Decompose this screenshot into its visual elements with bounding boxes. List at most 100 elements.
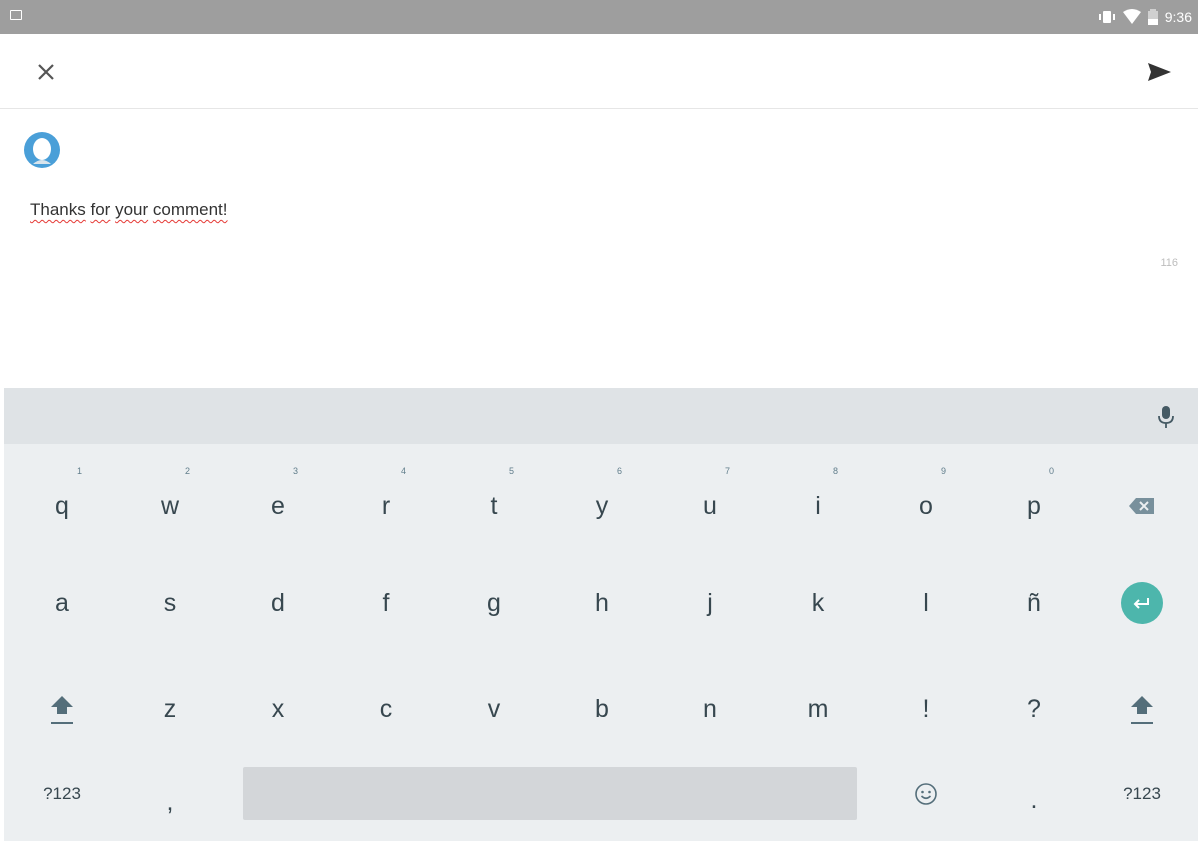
key-label: u xyxy=(703,491,717,520)
close-icon xyxy=(38,64,54,80)
send-button[interactable] xyxy=(1142,55,1176,89)
key-label: h xyxy=(595,588,609,617)
key-h[interactable]: h xyxy=(548,550,656,656)
key-label: b xyxy=(595,694,609,723)
key-label: o xyxy=(919,491,933,520)
key-n-tilde[interactable]: ñ xyxy=(980,550,1088,656)
key-label: i xyxy=(815,491,821,520)
backspace-icon xyxy=(1129,498,1154,514)
key-u[interactable]: 7 u xyxy=(656,444,764,550)
key-label: a xyxy=(55,588,69,617)
shift-icon xyxy=(1131,696,1153,724)
key-label: , xyxy=(166,787,174,816)
key-hint: 2 xyxy=(184,466,190,476)
key-label: c xyxy=(379,694,393,723)
clock: 9:36 xyxy=(1164,9,1192,25)
app-bar xyxy=(0,34,1198,109)
key-label: r xyxy=(381,491,391,520)
key-v[interactable]: v xyxy=(440,656,548,762)
key-label: e xyxy=(271,491,285,520)
key-hint: 6 xyxy=(616,466,622,476)
key-o[interactable]: 9 o xyxy=(872,444,980,550)
key-label: q xyxy=(55,491,69,520)
battery-icon xyxy=(1147,9,1158,25)
key-p[interactable]: 0 p xyxy=(980,444,1088,550)
character-counter: 116 xyxy=(1160,257,1178,269)
key-i[interactable]: 8 i xyxy=(764,444,872,550)
key-z[interactable]: z xyxy=(116,656,224,762)
key-k[interactable]: k xyxy=(764,550,872,656)
key-c[interactable]: c xyxy=(332,656,440,762)
user-avatar-icon xyxy=(24,132,60,168)
key-a[interactable]: a xyxy=(8,550,116,656)
key-symbols-left[interactable]: ?123 xyxy=(8,741,116,847)
key-label: n xyxy=(703,694,717,723)
key-label: g xyxy=(487,588,501,617)
key-label: l xyxy=(923,588,929,617)
key-m[interactable]: m xyxy=(764,656,872,762)
key-label: ?123 xyxy=(1123,784,1161,803)
key-hint: 7 xyxy=(724,466,730,476)
key-r[interactable]: 4 r xyxy=(332,444,440,550)
enter-icon xyxy=(1133,598,1149,609)
vibrate-icon xyxy=(1098,11,1115,23)
key-period[interactable]: . xyxy=(980,747,1088,853)
key-label: z xyxy=(163,694,177,723)
key-b[interactable]: b xyxy=(548,656,656,762)
key-label: y xyxy=(595,491,609,520)
key-label: w xyxy=(160,491,180,520)
key-label: s xyxy=(163,588,177,617)
key-hint: 5 xyxy=(508,466,514,476)
key-w[interactable]: 2 w xyxy=(116,444,224,550)
key-label: j xyxy=(707,588,713,617)
key-symbols-right[interactable]: ?123 xyxy=(1088,741,1196,847)
key-emoji[interactable] xyxy=(872,741,980,847)
key-hint: 8 xyxy=(832,466,838,476)
key-label: ! xyxy=(922,694,930,723)
key-f[interactable]: f xyxy=(332,550,440,656)
key-y[interactable]: 6 y xyxy=(548,444,656,550)
key-e[interactable]: 3 e xyxy=(224,444,332,550)
key-g[interactable]: g xyxy=(440,550,548,656)
key-label: ñ xyxy=(1027,588,1041,617)
voice-input-button[interactable] xyxy=(1154,404,1178,430)
comment-word: your xyxy=(115,200,149,219)
key-enter[interactable] xyxy=(1088,550,1196,656)
key-s[interactable]: s xyxy=(116,550,224,656)
key-label: m xyxy=(807,694,829,723)
wifi-icon xyxy=(1122,9,1141,24)
send-icon xyxy=(1148,63,1171,81)
comment-word: comment! xyxy=(152,200,228,219)
key-label: ? xyxy=(1027,694,1041,723)
comment-input[interactable]: Thanks for your comment! xyxy=(30,200,228,220)
key-label: k xyxy=(811,588,825,617)
key-label: x xyxy=(271,694,285,723)
emoji-icon xyxy=(915,783,937,805)
key-comma[interactable]: , xyxy=(116,749,224,855)
image-notification-icon xyxy=(10,10,22,20)
key-label: d xyxy=(271,588,285,617)
key-space[interactable] xyxy=(243,767,857,820)
key-d[interactable]: d xyxy=(224,550,332,656)
key-n[interactable]: n xyxy=(656,656,764,762)
key-label: . xyxy=(1030,785,1038,814)
key-backspace[interactable] xyxy=(1088,444,1196,550)
key-hint: 1 xyxy=(76,466,82,476)
close-button[interactable] xyxy=(30,56,62,88)
status-bar: 9:36 xyxy=(0,0,1198,34)
status-icons: 9:36 xyxy=(1098,7,1192,27)
key-label: ?123 xyxy=(43,784,81,803)
shift-icon xyxy=(51,696,73,724)
key-t[interactable]: 5 t xyxy=(440,444,548,550)
key-l[interactable]: l xyxy=(872,550,980,656)
key-q[interactable]: 1 q xyxy=(8,444,116,550)
key-x[interactable]: x xyxy=(224,656,332,762)
key-label: f xyxy=(382,588,390,617)
key-j[interactable]: j xyxy=(656,550,764,656)
key-label: p xyxy=(1027,491,1041,520)
key-hint: 0 xyxy=(1048,466,1054,476)
enter-button xyxy=(1121,582,1163,624)
microphone-icon xyxy=(1158,406,1174,428)
key-hint: 4 xyxy=(400,466,406,476)
key-label: v xyxy=(487,694,501,723)
